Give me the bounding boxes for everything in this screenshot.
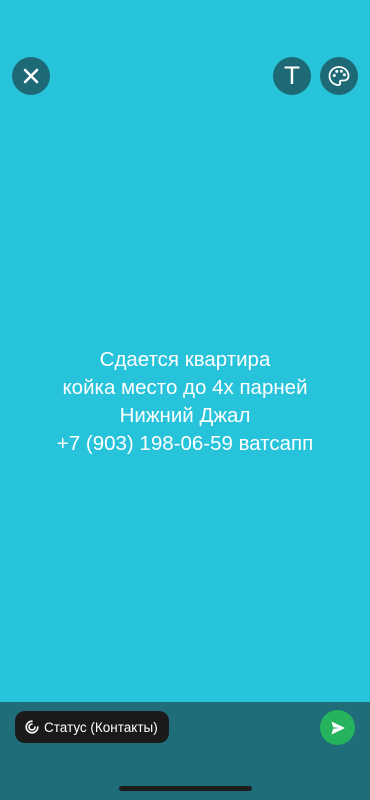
palette-icon <box>328 66 350 86</box>
status-text[interactable]: Сдается квартира койка место до 4х парне… <box>0 346 370 458</box>
send-icon <box>331 721 345 734</box>
status-ring-icon <box>25 720 39 734</box>
close-button[interactable] <box>12 57 50 95</box>
close-icon <box>23 68 39 84</box>
status-text-line: койка место до 4х парней <box>62 376 308 399</box>
home-indicator <box>119 786 252 791</box>
send-button[interactable] <box>320 710 355 745</box>
status-text-line: Нижний Джал <box>119 404 251 427</box>
color-palette-button[interactable] <box>320 57 358 95</box>
status-audience-button[interactable]: Статус (Контакты) <box>15 711 169 743</box>
status-text-line: +7 (903) 198-06-59 ватсапп <box>56 432 314 455</box>
text-tool-icon: T <box>284 62 300 90</box>
text-tool-button[interactable]: T <box>273 57 311 95</box>
status-audience-label: Статус (Контакты) <box>44 719 158 735</box>
status-text-line: Сдается квартира <box>99 348 271 371</box>
